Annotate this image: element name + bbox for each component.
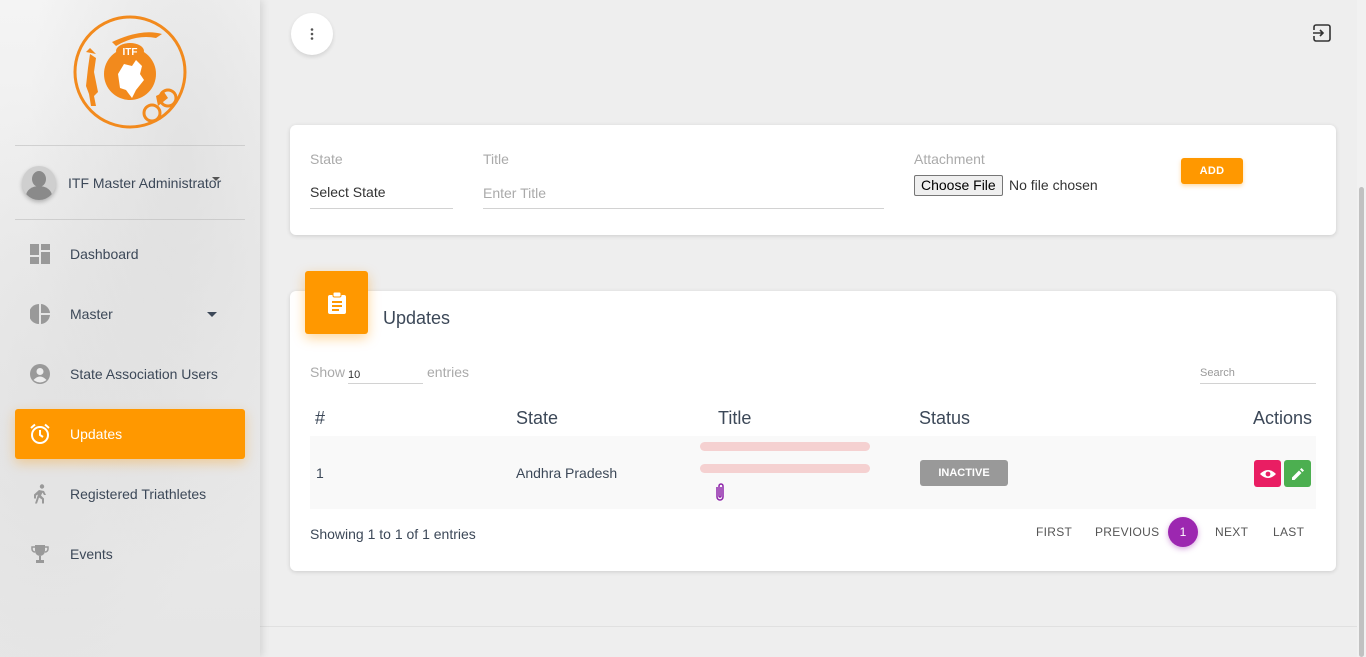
sidebar-item-label: Dashboard [70,246,139,262]
state-select[interactable]: Select State [310,184,386,200]
avatar [22,166,56,200]
sidebar-item-label: Registered Triathletes [70,486,207,502]
entries-label: entries [427,364,470,380]
state-underline [310,208,453,209]
scroll-thumb[interactable] [1359,187,1364,657]
itf-logo[interactable]: ITF [72,14,188,132]
title-input[interactable]: Enter Title [483,185,546,201]
attachment-icon[interactable] [714,482,726,507]
sidebar-item-label: Events [70,546,113,562]
sidebar-item-label: State Association Users [70,366,218,382]
view-button[interactable] [1254,460,1281,487]
edit-button[interactable] [1284,460,1311,487]
scrollbar[interactable] [1357,0,1366,657]
logo-text: ITF [123,47,138,58]
attachment-label: Attachment [914,151,985,167]
pager-next[interactable]: NEXT [1215,525,1248,539]
column-header-state[interactable]: State [516,408,558,429]
file-status: No file chosen [1009,177,1098,193]
state-label: State [310,151,343,167]
column-header-status[interactable]: Status [919,408,970,429]
trophy-icon [28,542,52,566]
caret-down-icon [207,312,217,317]
sidebar-item-label: Master [70,306,113,322]
pager-first[interactable]: FIRST [1036,525,1072,539]
sidebar: ITF ITF Master Administrator Dashboard M… [0,0,260,657]
status-badge: INACTIVE [920,460,1008,486]
exit-icon [1313,24,1331,42]
user-profile[interactable]: ITF Master Administrator [22,165,252,201]
sidebar-nav: Dashboard Master State Association Users… [15,229,245,589]
column-header-actions: Actions [1253,408,1313,428]
more-menu-button[interactable] [291,13,333,55]
title-underline [483,208,884,209]
sidebar-item-updates[interactable]: Updates [15,409,245,459]
logout-button[interactable] [1312,23,1334,45]
runner-icon [28,482,52,506]
sidebar-divider [15,219,245,220]
user-name: ITF Master Administrator [68,175,222,191]
pencil-icon [1291,467,1304,480]
dashboard-icon [28,242,52,266]
more-vert-icon [310,28,314,40]
eye-icon [1259,469,1276,478]
sidebar-item-dashboard[interactable]: Dashboard [15,229,245,279]
pie-chart-icon [28,302,52,326]
footer-divider [260,626,1357,627]
sidebar-divider [15,145,245,146]
clipboard-icon [327,291,346,314]
pager-last[interactable]: LAST [1273,525,1304,539]
sidebar-item-state-association-users[interactable]: State Association Users [15,349,245,399]
card-header-icon [305,271,368,334]
row-state: Andhra Pradesh [516,465,618,481]
column-header-number[interactable]: # [315,408,325,429]
updates-card: Updates Show 10 entries Search # State T… [290,291,1336,571]
row-number: 1 [316,465,324,481]
choose-file-button[interactable]: Choose File [914,175,1003,196]
search-input[interactable]: Search [1200,364,1316,384]
table-row: 1 Andhra Pradesh INACTIVE [310,436,1316,509]
main-content: State Select State Title Enter Title Att… [260,0,1366,657]
title-label: Title [483,151,509,167]
sidebar-item-label: Updates [70,426,123,442]
redacted-title [700,464,870,473]
redacted-title [700,442,870,451]
sidebar-item-registered-triathletes[interactable]: Registered Triathletes [15,469,245,519]
card-title: Updates [383,308,451,328]
table-info: Showing 1 to 1 of 1 entries [310,526,476,542]
add-button[interactable]: ADD [1181,158,1243,184]
caret-down-icon [212,177,220,181]
entries-select[interactable]: 10 [348,366,423,384]
alarm-clock-icon [28,422,52,446]
column-header-title[interactable]: Title [718,408,751,429]
sidebar-item-master[interactable]: Master [15,289,245,339]
add-update-form: State Select State Title Enter Title Att… [290,125,1336,235]
pager-previous[interactable]: PREVIOUS [1095,525,1159,539]
pager-current-page[interactable]: 1 [1168,517,1198,547]
sidebar-item-events[interactable]: Events [15,529,245,579]
show-label: Show [310,364,346,380]
account-circle-icon [28,362,52,386]
